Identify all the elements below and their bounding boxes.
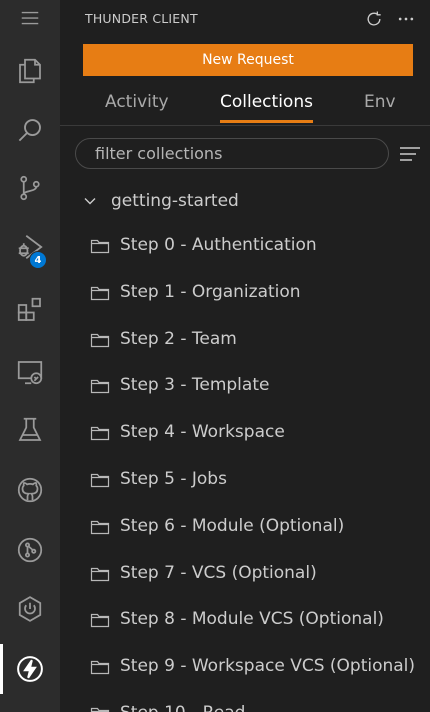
tab-collections[interactable]: Collections [220, 92, 313, 124]
list-item-label: Step 2 - Team [120, 328, 237, 349]
list-item[interactable]: Step 3 - Template [60, 369, 430, 407]
folder-icon [90, 333, 110, 347]
hamburger-menu-icon[interactable] [0, 0, 60, 45]
activity-bar: 4 [0, 0, 60, 712]
list-item[interactable]: Step 9 - Workspace VCS (Optional) [60, 650, 430, 688]
folder-icon [90, 473, 110, 488]
folder-icon [90, 614, 110, 628]
folder-icon [90, 661, 110, 675]
github-icon[interactable] [0, 463, 60, 517]
list-item[interactable]: Step 5 - Jobs [60, 463, 430, 501]
list-item-label: Step 9 - Workspace VCS (Optional) [120, 656, 416, 677]
search-icon[interactable] [0, 103, 60, 157]
collection-group[interactable]: getting-started [60, 186, 430, 216]
thunder-client-panel: THUNDER CLIENT New Request Activity Coll… [60, 0, 430, 712]
list-item-label: Step 6 - Module (Optional) [120, 515, 345, 536]
more-actions-icon[interactable] [394, 7, 418, 31]
run-debug-icon[interactable]: 4 [0, 220, 60, 274]
collection-name: getting-started [111, 191, 239, 211]
list-item[interactable]: Step 0 - Authentication [60, 229, 430, 267]
debug-badge: 4 [29, 251, 47, 269]
list-item-label: Step 0 - Authentication [120, 235, 317, 255]
folder-icon [90, 520, 110, 534]
panel-title: THUNDER CLIENT [85, 11, 198, 26]
list-item-label: Step 3 - Template [120, 375, 270, 396]
tab-activity[interactable]: Activity [105, 92, 169, 124]
extensions-icon[interactable] [0, 283, 60, 337]
list-item[interactable]: Step 4 - Workspace [60, 416, 430, 454]
tab-env[interactable]: Env [364, 92, 396, 124]
chevron-down-icon[interactable] [82, 193, 98, 209]
list-item-label: Step 1 - Organization [120, 281, 301, 302]
remote-explorer-icon[interactable] [0, 345, 60, 399]
sort-menu-icon[interactable] [398, 143, 422, 165]
testing-icon[interactable] [0, 403, 60, 457]
list-item[interactable]: Step 7 - VCS (Optional) [60, 557, 430, 595]
explorer-icon[interactable] [0, 44, 60, 98]
new-request-button[interactable]: New Request [83, 44, 413, 76]
list-item[interactable]: Step 1 - Organization [60, 276, 430, 314]
filter-collections-input[interactable] [75, 138, 389, 169]
list-item[interactable]: Step 10 - Read [60, 697, 430, 712]
list-item[interactable]: Step 8 - Module VCS (Optional) [60, 603, 430, 641]
folder-icon [90, 286, 110, 300]
panel-tabs: Activity Collections Env [60, 84, 430, 126]
list-item-label: Step 10 - Read [120, 703, 245, 712]
panel-header: THUNDER CLIENT [60, 0, 430, 36]
thunder-client-icon[interactable] [0, 642, 60, 696]
refresh-icon[interactable] [362, 7, 386, 31]
power-icon[interactable] [0, 582, 60, 636]
folder-icon [90, 239, 110, 254]
folder-icon [90, 707, 110, 712]
folder-icon [90, 427, 110, 441]
folder-icon [90, 380, 110, 394]
list-item-label: Step 7 - VCS (Optional) [120, 562, 317, 583]
list-item-label: Step 8 - Module VCS (Optional) [120, 609, 384, 630]
list-item[interactable]: Step 6 - Module (Optional) [60, 510, 430, 548]
list-item-label: Step 5 - Jobs [120, 469, 227, 489]
folder-icon [90, 567, 110, 581]
list-item-label: Step 4 - Workspace [120, 422, 285, 443]
source-control-icon[interactable] [0, 161, 60, 215]
list-item[interactable]: Step 2 - Team [60, 323, 430, 361]
git-graph-icon[interactable] [0, 523, 60, 577]
